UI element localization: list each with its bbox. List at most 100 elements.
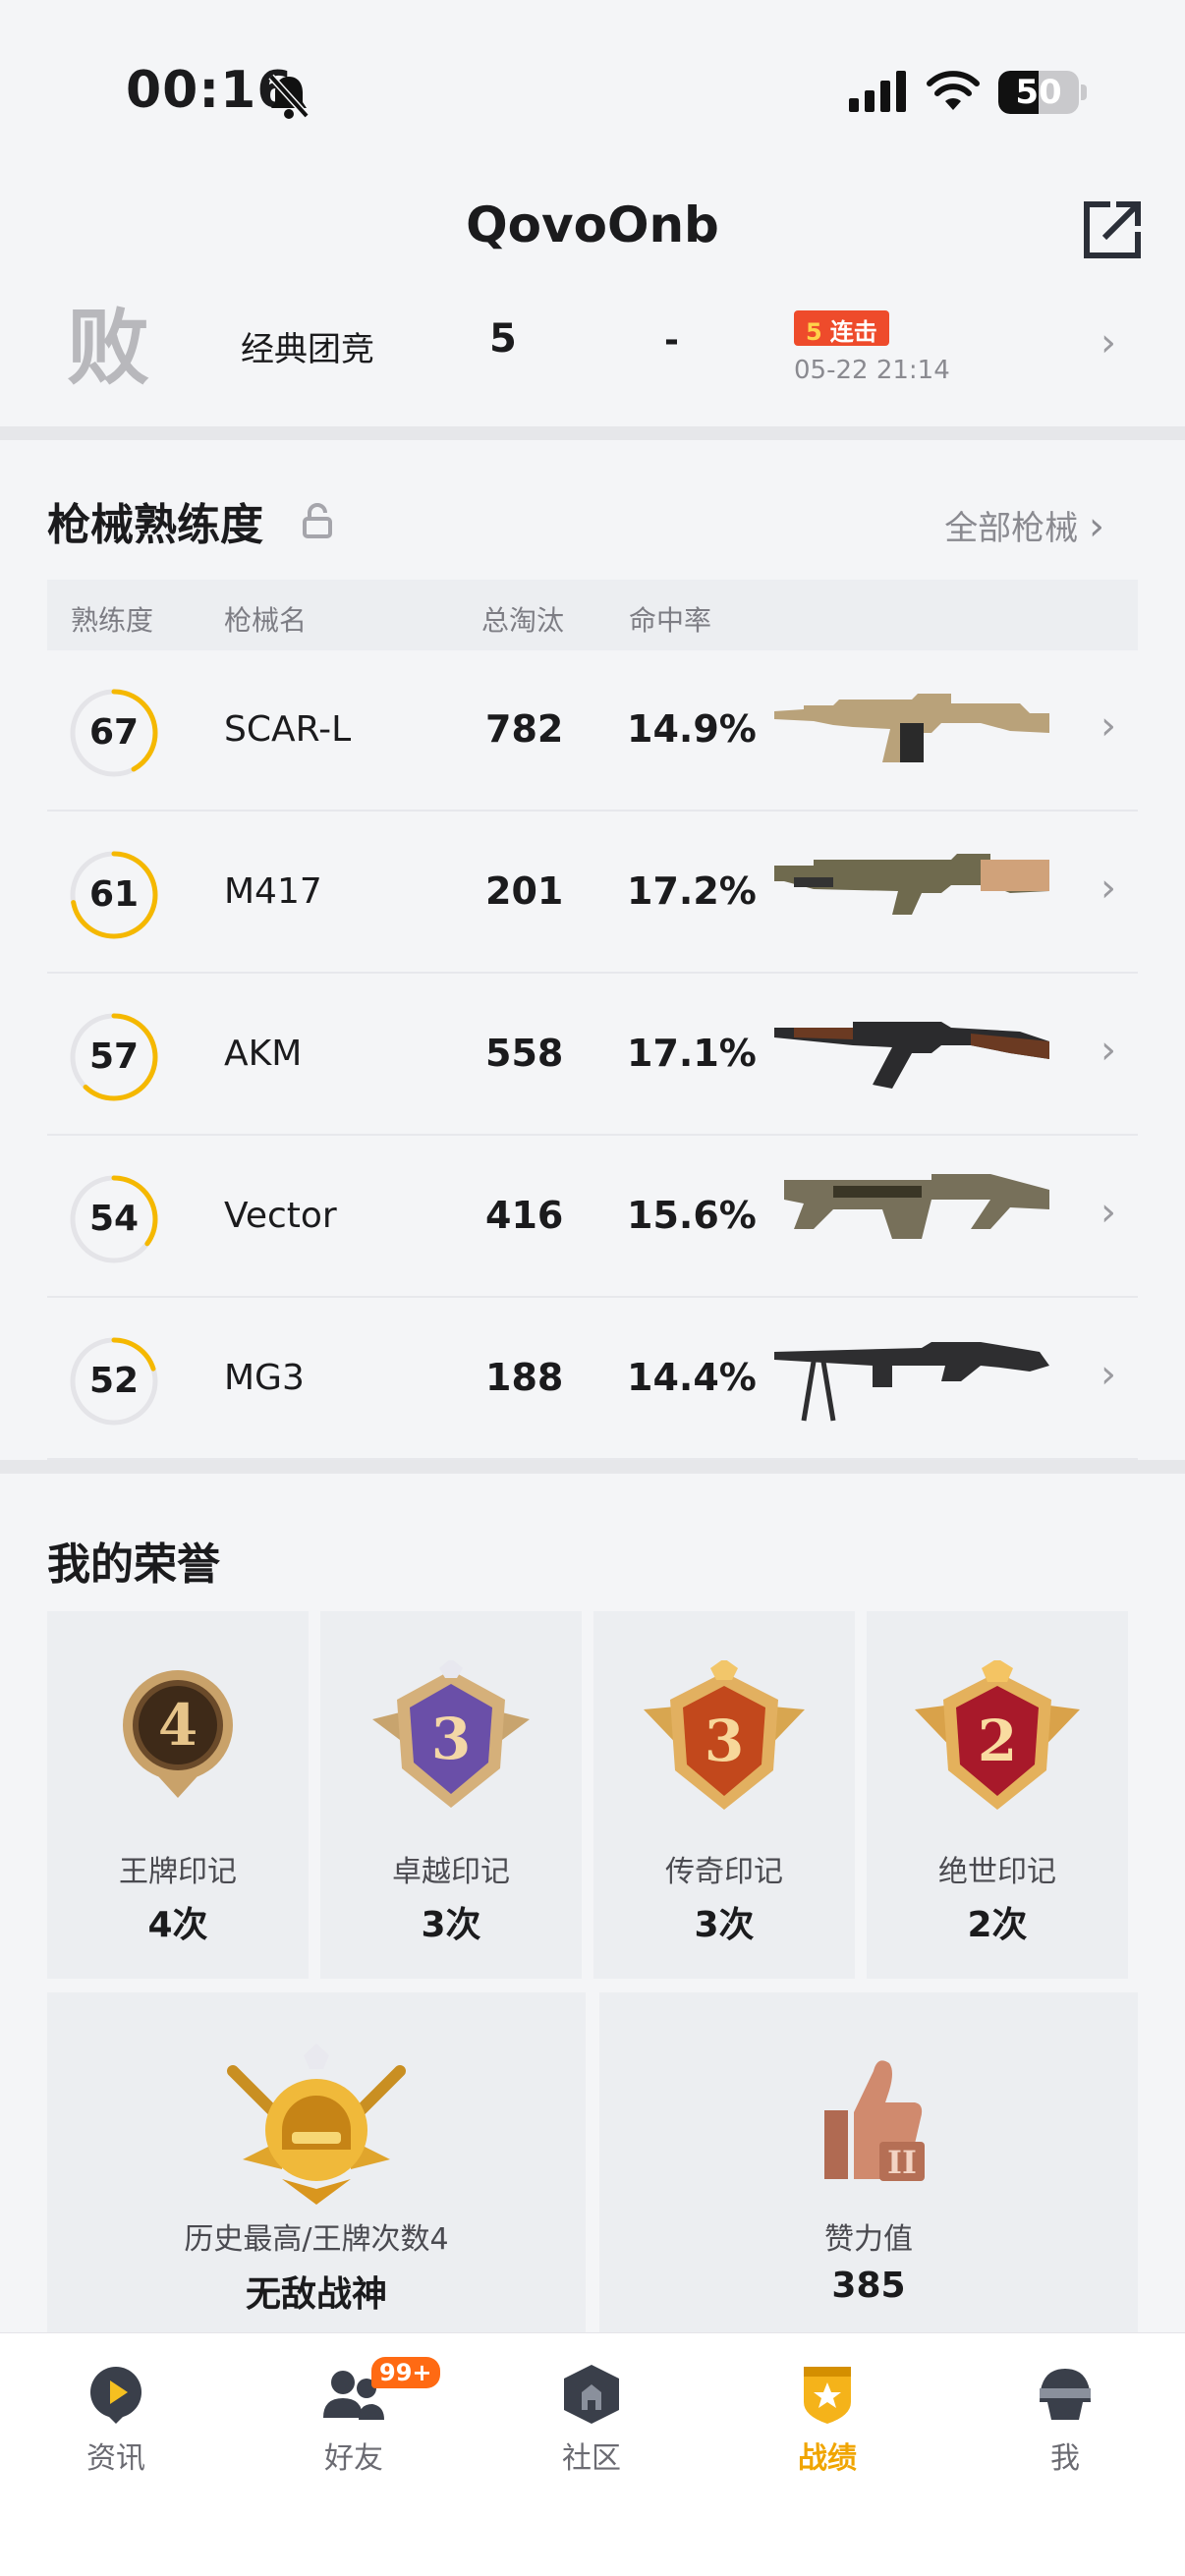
section-divider (0, 1460, 1185, 1474)
battery-level: 50 (1015, 73, 1062, 112)
weapon-row[interactable]: 61 M417 201 17.2% › (47, 812, 1138, 974)
wifi-icon (927, 71, 980, 110)
all-weapons-link[interactable]: 全部枪械 › (944, 501, 1104, 549)
chevron-right-icon: › (1100, 866, 1116, 911)
weapon-kills: 188 (485, 1356, 564, 1399)
chevron-right-icon: › (1100, 320, 1116, 365)
mastery-value: 67 (88, 712, 140, 753)
profile-helmet-icon (1040, 2369, 1091, 2420)
scar-l-rifle-icon (774, 694, 1049, 762)
honor-name: 卓越印记 (392, 1855, 510, 1889)
weapon-row[interactable]: 54 Vector 416 15.6% › (47, 1137, 1138, 1298)
best-rank-card[interactable]: 历史最高/王牌次数4 无敌战神 (47, 1992, 586, 2332)
honor-count: 4次 (147, 1905, 208, 1945)
lock-icon (303, 503, 332, 538)
weapon-name: AKM (224, 1034, 303, 1074)
likes-card[interactable]: II 赞力值 385 (599, 1992, 1138, 2332)
honor-name: 王牌印记 (119, 1855, 237, 1889)
tab-news[interactable]: 资讯 (37, 2363, 195, 2477)
conqueror-rank-icon (227, 2044, 406, 2205)
status-bar: 00:16 50 (0, 0, 1185, 187)
svg-text:4: 4 (158, 1692, 198, 1759)
match-kills: 5 (489, 316, 517, 362)
streak-count: 5 (806, 318, 822, 346)
ace-mark-icon: 4 (123, 1670, 233, 1798)
honor-count: 3次 (421, 1905, 481, 1945)
defeat-badge: 败 (66, 300, 149, 396)
svg-text:3: 3 (705, 1708, 744, 1774)
akm-rifle-icon (774, 1022, 1049, 1089)
honor-count: 3次 (694, 1905, 755, 1945)
tab-label: 我 (1050, 2441, 1080, 2476)
weapon-accuracy: 14.4% (627, 1356, 757, 1399)
thumbs-up-icon: II (824, 2060, 925, 2181)
chevron-right-icon: › (1100, 1352, 1116, 1397)
weapon-kills: 558 (485, 1032, 564, 1075)
m417-rifle-icon (774, 854, 1049, 915)
weapon-row[interactable]: 52 MG3 188 14.4% › (47, 1299, 1138, 1460)
community-icon (564, 2365, 619, 2424)
tab-label: 战绩 (798, 2441, 857, 2476)
all-weapons-label: 全部枪械 (944, 509, 1079, 548)
honors-title: 我的荣誉 (47, 1540, 220, 1590)
mastery-value: 61 (88, 874, 140, 915)
mastery-value: 54 (88, 1199, 140, 1239)
tab-profile[interactable]: 我 (987, 2363, 1144, 2477)
chevron-right-icon: › (1100, 1028, 1116, 1073)
honor-card-excellence[interactable]: 3 卓越印记 3次 (320, 1611, 582, 1979)
col-name: 枪械名 (224, 604, 308, 637)
likes-value: 385 (831, 2266, 906, 2306)
weapon-accuracy: 14.9% (627, 707, 757, 751)
match-placement: - (664, 320, 679, 361)
col-accuracy: 命中率 (629, 604, 712, 637)
page-title: QovoOnb (466, 196, 719, 253)
weapon-name: MG3 (224, 1358, 305, 1398)
friends-badge: 99+ (371, 2357, 440, 2388)
honor-card-peerless[interactable]: 2 绝世印记 2次 (867, 1611, 1128, 1979)
chevron-right-icon: › (1089, 504, 1104, 549)
tab-friends[interactable]: 99+ 好友 (275, 2357, 440, 2477)
likes-label: 赞力值 (824, 2222, 913, 2257)
share-icon[interactable] (1081, 198, 1144, 261)
honor-name: 传奇印记 (665, 1855, 783, 1889)
tab-label: 资讯 (86, 2441, 145, 2476)
weapon-kills: 201 (485, 869, 564, 913)
record-icon (804, 2367, 851, 2424)
weapon-accuracy: 17.2% (627, 869, 757, 913)
news-icon (90, 2367, 141, 2424)
weapon-name: Vector (224, 1196, 337, 1236)
honor-card-legend[interactable]: 3 传奇印记 3次 (593, 1611, 855, 1979)
streak-badge: 5 连击 (794, 310, 889, 346)
honor-count: 2次 (967, 1905, 1028, 1945)
tab-label: 好友 (324, 2441, 383, 2476)
bottom-tab-bar: 资讯 99+ 好友 社区 战绩 我 (0, 2332, 1185, 2576)
match-time: 05-22 21:14 (794, 356, 950, 385)
best-rank-label: 历史最高/王牌次数4 (184, 2222, 449, 2257)
tab-record[interactable]: 战绩 (749, 2363, 906, 2477)
vector-smg-icon (784, 1174, 1049, 1239)
honor-name: 绝世印记 (938, 1855, 1056, 1889)
col-mastery: 熟练度 (71, 604, 154, 637)
weapon-name: SCAR-L (224, 709, 352, 750)
weapon-row[interactable]: 67 SCAR-L 782 14.9% › (47, 650, 1138, 812)
weapon-row[interactable]: 57 AKM 558 17.1% › (47, 975, 1138, 1136)
tab-label: 社区 (562, 2441, 621, 2476)
excellence-mark-icon: 3 (372, 1660, 530, 1808)
streak-label: 连击 (829, 318, 877, 346)
weapon-kills: 416 (485, 1194, 564, 1237)
mastery-value: 52 (88, 1361, 140, 1401)
col-kills: 总淘汰 (481, 604, 565, 637)
last-match-row[interactable]: 败 经典团竞 5 - 5 连击 05-22 21:14 › (0, 287, 1185, 426)
chevron-right-icon: › (1100, 703, 1116, 749)
best-rank-value: 无敌战神 (245, 2274, 387, 2315)
weapon-accuracy: 17.1% (627, 1032, 757, 1075)
match-mode: 经典团竞 (241, 330, 374, 369)
tab-community[interactable]: 社区 (513, 2363, 670, 2477)
honor-card-ace[interactable]: 4 王牌印记 4次 (47, 1611, 309, 1979)
bell-muted-icon (268, 74, 310, 119)
battery-indicator: 50 (998, 71, 1079, 114)
weapon-name: M417 (224, 871, 322, 912)
mastery-value: 57 (88, 1036, 140, 1077)
svg-text:II: II (887, 2144, 917, 2181)
weapon-accuracy: 15.6% (627, 1194, 757, 1237)
